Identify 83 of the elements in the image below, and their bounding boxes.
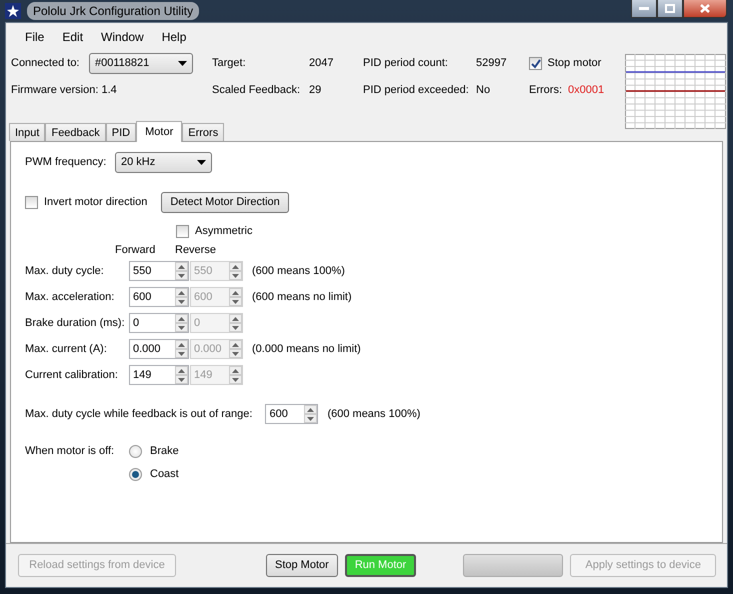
spin-icon[interactable] <box>175 288 188 306</box>
number-field: 0 <box>190 313 243 333</box>
number-field[interactable]: 149 <box>129 365 189 385</box>
field-label: Max. current (A): <box>25 342 108 357</box>
pwm-dropdown[interactable]: 20 kHz <box>115 152 212 172</box>
caret-icon <box>197 160 206 164</box>
caret-icon <box>178 61 187 66</box>
number-field[interactable]: 600 <box>129 287 189 307</box>
spin-icon[interactable] <box>304 405 318 423</box>
action-button[interactable]: Stop Motor <box>266 554 338 577</box>
field-label: Errors: <box>529 83 563 98</box>
menu-item[interactable]: File <box>16 28 54 46</box>
checkbox[interactable] <box>529 57 542 70</box>
tab[interactable]: Errors <box>182 123 224 141</box>
field-label: Current calibration: <box>25 368 119 383</box>
field-label: PID period count: <box>363 56 449 72</box>
column-heading: Reverse <box>175 242 216 258</box>
checkbox-label: Invert motor direction <box>44 194 148 210</box>
spin-icon[interactable] <box>229 340 242 358</box>
field-value: No <box>476 83 492 98</box>
menu-item[interactable]: Window <box>92 28 153 46</box>
tab[interactable]: PID <box>106 123 136 141</box>
minimize-icon <box>639 6 649 10</box>
field-label: Target: <box>212 56 247 72</box>
field-label: Connected to: <box>11 56 80 72</box>
minimize-button[interactable] <box>631 0 657 18</box>
spin-icon[interactable] <box>175 340 188 358</box>
hint-text: (600 means 100%) <box>327 406 420 422</box>
hint-text: (600 means no limit) <box>252 290 352 305</box>
tab[interactable]: Feedback <box>45 123 106 141</box>
field-value: 52997 <box>476 56 508 72</box>
number-field[interactable]: 550 <box>129 261 189 281</box>
checkbox[interactable] <box>25 196 38 208</box>
field-label: When motor is off: <box>25 444 116 459</box>
close-icon <box>700 4 710 13</box>
hint-text: (0.000 means no limit) <box>252 342 361 357</box>
error-code: 0x0001 <box>568 83 606 98</box>
number-field: 550 <box>190 261 243 281</box>
menu-item[interactable]: Help <box>152 28 196 46</box>
tab[interactable]: Motor <box>136 121 182 142</box>
field-label: Max. duty cycle while feedback is out of range: <box>25 406 252 422</box>
field-value: 2047 <box>309 56 334 72</box>
window-title: Pololu Jrk Configuration Utility <box>27 2 200 20</box>
field-label: Max. acceleration: <box>25 290 116 305</box>
spin-icon[interactable] <box>229 314 242 332</box>
app-icon <box>5 3 21 19</box>
firmware-version: Firmware version: 1.4 <box>11 83 118 98</box>
field-label: PWM frequency: <box>25 154 108 170</box>
spin-icon[interactable] <box>229 288 242 306</box>
detect-direction-button[interactable]: Detect Motor Direction <box>161 192 289 212</box>
maximize-icon <box>665 4 675 13</box>
field-label: Brake duration (ms): <box>25 316 126 331</box>
number-field[interactable]: 0 <box>129 313 189 333</box>
action-button: Apply settings to device <box>570 554 716 577</box>
column-heading: Forward <box>115 242 156 258</box>
maximize-button[interactable] <box>657 0 683 18</box>
number-field: 149 <box>190 365 243 385</box>
radio-button[interactable] <box>129 444 142 458</box>
checkbox[interactable] <box>176 224 189 238</box>
checkbox-label: Stop motor <box>548 56 602 72</box>
spin-icon[interactable] <box>229 366 242 384</box>
number-field: 600 <box>190 287 243 307</box>
hint-text: (600 means 100%) <box>252 264 345 279</box>
tab[interactable]: Input <box>9 123 46 141</box>
number-field[interactable]: 600 <box>265 404 318 424</box>
number-field: 0.000 <box>190 339 243 359</box>
spin-icon[interactable] <box>175 314 188 332</box>
checkbox-label: Asymmetric <box>195 224 252 239</box>
radio-label: Brake <box>150 444 179 459</box>
menu-item[interactable]: Edit <box>53 28 92 46</box>
number-field[interactable]: 0.000 <box>129 339 189 359</box>
action-button: Reload settings from device <box>18 554 176 577</box>
field-label: Max. duty cycle: <box>25 264 105 279</box>
radio-label: Coast <box>150 466 179 482</box>
spin-icon[interactable] <box>229 262 242 280</box>
radio-button[interactable] <box>129 468 142 480</box>
field-label: PID period exceeded: <box>363 83 470 98</box>
spin-icon[interactable] <box>175 262 188 280</box>
device-dropdown[interactable]: #00118821 <box>89 53 193 74</box>
close-button[interactable] <box>683 0 727 18</box>
field-value: 29 <box>309 83 322 98</box>
field-label: Scaled Feedback: <box>212 83 302 98</box>
spin-icon[interactable] <box>175 366 188 384</box>
